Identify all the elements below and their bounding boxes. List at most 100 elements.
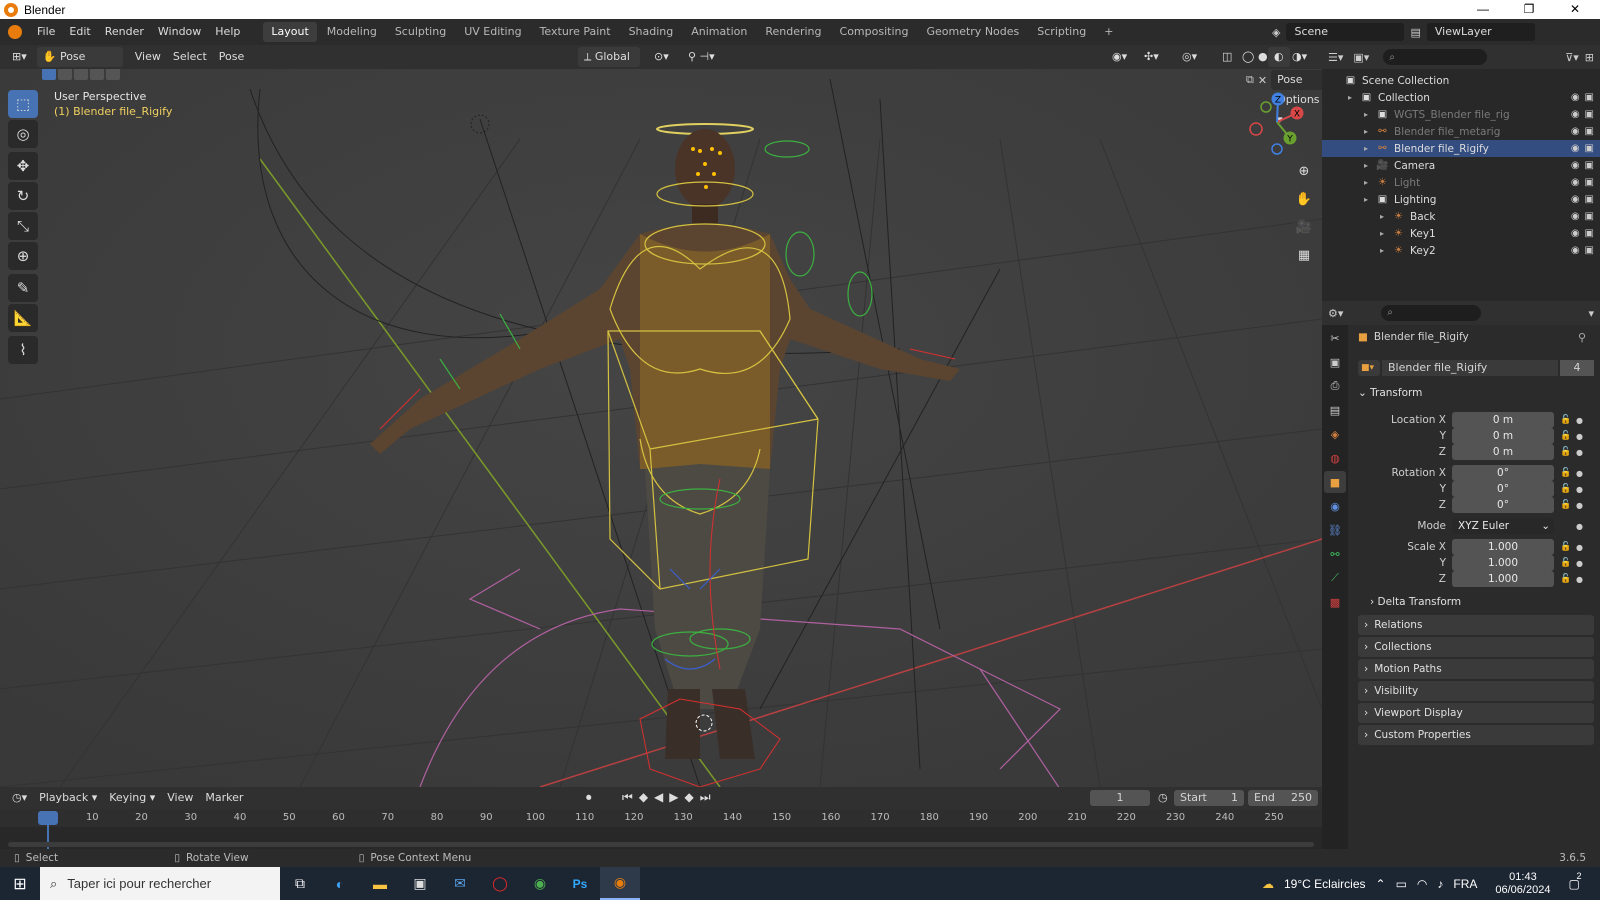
lock-icon[interactable]: 🔓 [1560,468,1571,478]
photoshop-icon[interactable]: Ps [560,867,600,900]
rotation-z-field[interactable]: 0° [1452,497,1554,513]
delta-transform-subpanel[interactable]: › Delta Transform [1370,596,1461,608]
tab-modeling[interactable]: Modeling [319,22,385,42]
shading-rendered-icon[interactable]: ◑▾ [1286,47,1313,67]
outliner-row[interactable]: ▸ ☀ Light ◉ ▣ [1322,174,1600,191]
orientation-selector[interactable]: ⟂ Global ▾ [578,47,640,83]
windows-start-icon[interactable]: ⊞ [0,867,40,900]
timeline-scrollbar[interactable] [8,842,1314,847]
expand-arrow-icon[interactable]: ▸ [1380,229,1392,238]
taskbar-search-box[interactable]: ⌕ Taper ici pour rechercher [40,867,280,900]
scale-y-field[interactable]: 1.000 [1452,555,1554,571]
menu-file[interactable]: File [30,19,62,45]
language-indicator[interactable]: FRA [1453,877,1477,891]
tab-rendering[interactable]: Rendering [757,22,829,42]
lock-icon[interactable]: 🔓 [1560,484,1571,494]
outliner-row[interactable]: ▸ ▣ Collection ◉ ▣ [1322,89,1600,106]
lock-icon[interactable]: 🔓 [1560,431,1571,441]
outliner-row[interactable]: ▸ ⚯ Blender file_Rigify ◉ ▣ [1322,140,1600,157]
eye-icon[interactable]: ◉ [1571,160,1580,171]
maximize-button[interactable]: ❐ [1506,0,1552,19]
keyframe-dot-icon[interactable]: ● [1576,522,1583,531]
current-frame-field[interactable]: 1 [1090,790,1150,806]
select-intersect-icon[interactable] [106,69,120,80]
tab-geometry-nodes[interactable]: Geometry Nodes [918,22,1027,42]
pivot-icon[interactable]: ⊙▾ [648,47,675,67]
eye-icon[interactable]: ◉ [1571,126,1580,137]
keyframe-dot-icon[interactable]: ● [1576,559,1583,568]
render-camera-icon[interactable]: ▣ [1585,177,1594,188]
select-extend-icon[interactable] [58,69,72,80]
tab-uv-editing[interactable]: UV Editing [456,22,529,42]
playhead-marker[interactable] [38,811,58,825]
gizmo-toggle-icon[interactable]: ✣▾ [1138,47,1165,67]
pose-menu[interactable]: Pose [213,47,250,67]
location-z-field[interactable]: 0 m [1452,444,1554,460]
filter-icon[interactable]: ⊽▾ [1565,51,1579,64]
view-layer-icon[interactable]: ▤ [1410,26,1420,39]
location-y-field[interactable]: 0 m [1452,428,1554,444]
store-icon[interactable]: ▣ [400,867,440,900]
tab-compositing[interactable]: Compositing [832,22,917,42]
keyframe-dot-icon[interactable]: ● [1576,485,1583,494]
expand-arrow-icon[interactable]: ▸ [1348,93,1360,102]
tab-sculpting[interactable]: Sculpting [387,22,454,42]
view-layer-tab-icon[interactable]: ▤ [1324,399,1346,421]
render-camera-icon[interactable]: ▣ [1585,228,1594,239]
wifi-icon[interactable]: ◠ [1417,877,1427,891]
add-workspace-button[interactable]: + [1096,22,1121,42]
eye-icon[interactable]: ◉ [1571,194,1580,205]
expand-arrow-icon[interactable]: ▸ [1364,178,1376,187]
blender-taskbar-icon[interactable]: ◉ [600,867,640,900]
jump-end-icon[interactable]: ⏭ [700,790,711,805]
expand-arrow-icon[interactable]: ▸ [1364,110,1376,119]
collections-panel[interactable]: › Collections [1358,637,1594,657]
timeline-area[interactable]: 1102030405060708090100110120130140150160… [0,809,1322,849]
render-camera-icon[interactable]: ▣ [1585,143,1594,154]
pose-options-button[interactable]: Pose Options ▾ [1271,70,1322,126]
expand-arrow-icon[interactable]: ▸ [1380,212,1392,221]
keyframe-dot-icon[interactable]: ● [1576,543,1583,552]
new-collection-icon[interactable]: ⊞ [1585,51,1594,64]
opera-icon[interactable]: ◯ [480,867,520,900]
select-new-icon[interactable] [42,69,56,80]
outliner-row[interactable]: ▸ ▣ WGTS_Blender file_rig ◉ ▣ [1322,106,1600,123]
rotation-x-field[interactable]: 0° [1452,465,1554,481]
annotate-icon[interactable]: ✎ [8,274,38,302]
eye-icon[interactable]: ◉ [1571,245,1580,256]
tab-scripting[interactable]: Scripting [1029,22,1094,42]
zoom-icon[interactable]: ⊕ [1292,159,1316,183]
properties-search-input[interactable]: ⌕ [1381,305,1482,321]
render-camera-icon[interactable]: ▣ [1585,160,1594,171]
notifications-icon[interactable]: ▢ 2 [1568,871,1581,891]
transform-panel-header[interactable]: ⌄ Transform [1358,387,1422,399]
lock-icon[interactable]: 🔓 [1560,574,1571,584]
outliner-row[interactable]: ▸ ☀ Key1 ◉ ▣ [1322,225,1600,242]
object-tab-icon[interactable]: ■ [1324,471,1346,493]
outliner-row[interactable]: ▸ ⚯ Blender file_metarig ◉ ▣ [1322,123,1600,140]
render-camera-icon[interactable]: ▣ [1585,109,1594,120]
keyframe-dot-icon[interactable]: ● [1576,575,1583,584]
prev-keyframe-icon[interactable]: ◆ [639,790,648,805]
render-camera-icon[interactable]: ▣ [1585,194,1594,205]
eye-icon[interactable]: ◉ [1571,211,1580,222]
texture-tab-icon[interactable]: ▩ [1324,591,1346,613]
sidebar-toggle-icon[interactable]: ‹ [1311,97,1315,107]
3d-viewport[interactable]: User Perspective (1) Blender file_Rigify… [0,69,1322,787]
render-tab-icon[interactable]: ▣ [1324,351,1346,373]
scale-x-field[interactable]: 1.000 [1452,539,1554,555]
properties-editor-icon[interactable]: ⚙▾ [1328,307,1343,320]
outliner-row[interactable]: ▸ ☀ Key2 ◉ ▣ [1322,242,1600,259]
relations-panel[interactable]: › Relations [1358,615,1594,635]
mirror-icon[interactable]: ⧉ [1246,73,1254,87]
outliner-search-input[interactable]: ⌕ [1383,49,1488,65]
eye-icon[interactable]: ◉ [1571,109,1580,120]
expand-arrow-icon[interactable]: ▸ [1364,144,1376,153]
render-camera-icon[interactable]: ▣ [1585,126,1594,137]
overlay-toggle-icon[interactable]: ◎▾ [1176,47,1203,67]
visibility-panel[interactable]: › Visibility [1358,681,1594,701]
select-box-icon[interactable]: ⬚ [8,90,38,118]
timeline-editor-icon[interactable]: ◷▾ [6,788,33,808]
view-layer-selector[interactable]: ViewLayer [1426,23,1535,41]
cursor-icon[interactable]: ◎ [8,120,38,148]
